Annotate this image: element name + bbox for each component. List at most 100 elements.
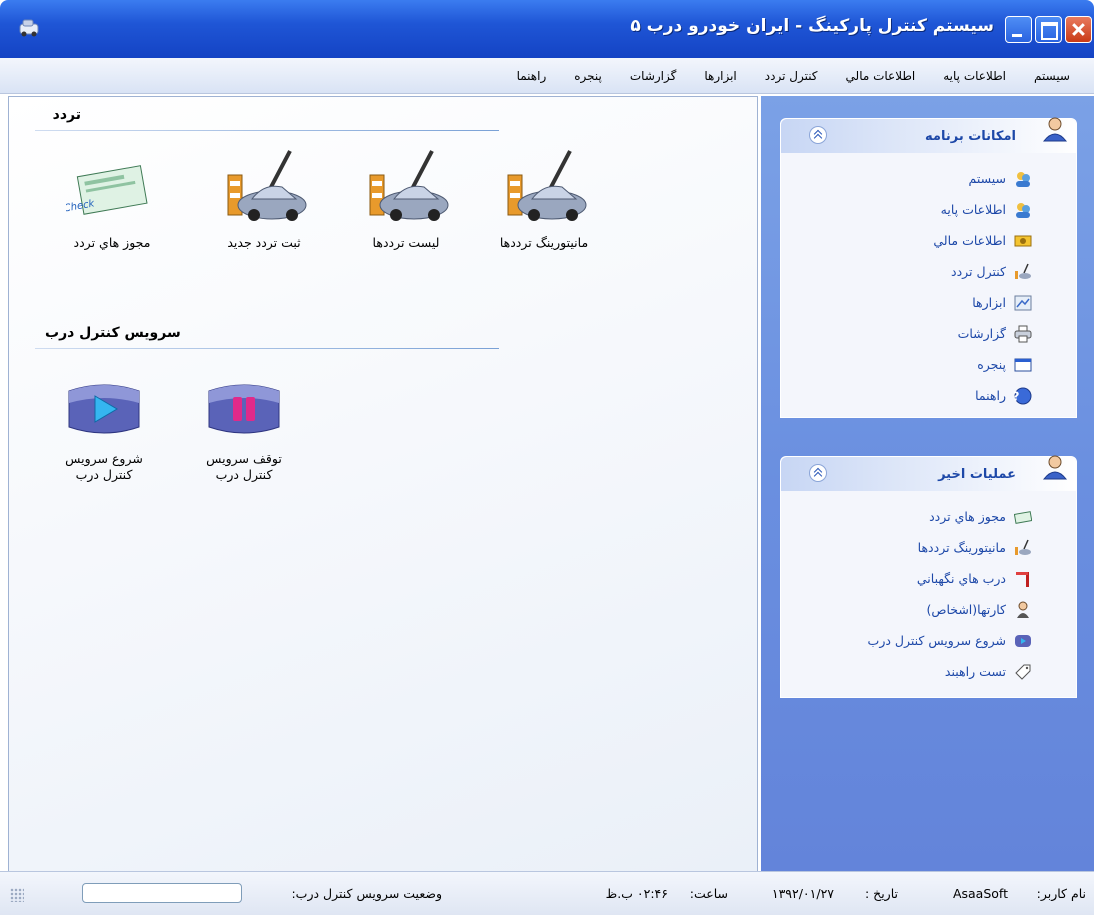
- money-icon: [1014, 232, 1032, 250]
- tile-start-service[interactable]: شروع سرويس کنترل درب: [39, 379, 169, 483]
- check-icon: [1013, 508, 1033, 526]
- sidebar-item-label: سيستم: [968, 171, 1007, 186]
- status-user-value: AsaaSoft: [952, 886, 1008, 901]
- recent-item-monitoring[interactable]: مانيتورينگ ترددها: [781, 532, 1076, 563]
- help-icon: ?: [1013, 387, 1032, 405]
- window-icon: [1014, 356, 1032, 374]
- printer-icon: [1014, 325, 1032, 343]
- sidebar-item-traffic-control[interactable]: کنترل تردد: [781, 256, 1076, 287]
- sidebar: امکانات برنامه سيستم اطلاعات پايه اطلاعا…: [761, 96, 1094, 871]
- car-barrier-pen-icon: [369, 150, 449, 221]
- panel-header[interactable]: امکانات برنامه: [781, 117, 1076, 153]
- tag-icon: [1014, 663, 1032, 681]
- sidebar-item-base-info[interactable]: اطلاعات پايه: [781, 194, 1076, 225]
- sidebar-item-help[interactable]: ? راهنما: [781, 380, 1076, 411]
- app-icon: [19, 19, 39, 37]
- user-icon: [1042, 455, 1068, 480]
- collapse-button[interactable]: [809, 464, 827, 482]
- menu-base-info[interactable]: اطلاعات پايه: [929, 69, 1020, 83]
- tile-new-traffic[interactable]: ثبت تردد جديد: [199, 149, 329, 251]
- section-divider: [35, 130, 499, 131]
- recent-item-label: کارتها(اشخاص): [926, 602, 1006, 617]
- person-icon: [1014, 601, 1032, 619]
- tile-label-line1: شروع سرويس: [65, 451, 143, 466]
- sidebar-item-label: اطلاعات مالي: [933, 233, 1006, 248]
- recent-item-permits[interactable]: مجوز هاي تردد: [781, 501, 1076, 532]
- tile-traffic-monitoring[interactable]: مانيتورينگ ترددها: [479, 149, 609, 251]
- menu-system[interactable]: سيستم: [1020, 69, 1084, 83]
- maximize-button[interactable]: [1035, 16, 1062, 43]
- car-icon: [1014, 539, 1032, 557]
- minimize-button[interactable]: [1005, 16, 1032, 43]
- sidebar-item-reports[interactable]: گزارشات: [781, 318, 1076, 349]
- panel-recent-actions: عمليات اخير مجوز هاي تردد مانيتورينگ ترد…: [780, 455, 1077, 698]
- check-document-icon: eCheck: [66, 165, 148, 216]
- users-icon: [1014, 201, 1032, 219]
- menu-window[interactable]: پنجره: [560, 69, 616, 83]
- sidebar-item-tools[interactable]: ابزارها: [781, 287, 1076, 318]
- status-date-value: ۱۳۹۲/۰۱/۲۷: [771, 886, 834, 901]
- window-title: سيستم کنترل پارکينگ - ايران خودرو درب ۵: [630, 16, 994, 36]
- sidebar-item-label: پنجره: [977, 357, 1006, 372]
- panel-title: امکانات برنامه: [925, 129, 1016, 144]
- sidebar-item-label: ابزارها: [972, 295, 1006, 310]
- recent-item-label: تست راهبند: [944, 664, 1006, 679]
- recent-item-label: درب هاي نگهباني: [916, 571, 1006, 586]
- sidebar-item-label: اطلاعات پايه: [940, 202, 1006, 217]
- user-icon: [1042, 117, 1068, 142]
- tile-traffic-permits[interactable]: eCheck مجوز هاي تردد: [47, 149, 177, 251]
- menu-help[interactable]: راهنما: [503, 69, 561, 83]
- panel-title: عمليات اخير: [938, 467, 1016, 482]
- car-barrier-pen-icon: [507, 150, 587, 221]
- menu-traffic-control[interactable]: کنترل تردد: [751, 69, 832, 83]
- panel-body: مجوز هاي تردد مانيتورينگ ترددها درب هاي …: [781, 491, 1076, 697]
- tile-label-line2: کنترل درب: [75, 467, 133, 482]
- sidebar-item-label: گزارشات: [957, 326, 1006, 341]
- recent-item-label: شروع سرويس کنترل درب: [867, 633, 1006, 648]
- sidebar-item-label: راهنما: [975, 388, 1006, 403]
- menu-financial[interactable]: اطلاعات مالي: [832, 69, 930, 83]
- status-bar: نام کاربر: AsaaSoft تاريخ : ۱۳۹۲/۰۱/۲۷ س…: [0, 871, 1094, 915]
- recent-item-test-barrier[interactable]: تست راهبند: [781, 656, 1076, 687]
- status-date-label: تاريخ :: [864, 886, 898, 901]
- play-icon: [1014, 632, 1032, 650]
- resize-grip-icon[interactable]: [10, 888, 24, 902]
- panel-program-features: امکانات برنامه سيستم اطلاعات پايه اطلاعا…: [780, 117, 1077, 418]
- tile-label: ليست ترددها: [372, 235, 440, 250]
- status-time-value: ۰۲:۴۶ ب.ظ: [605, 886, 668, 901]
- sidebar-item-window[interactable]: پنجره: [781, 349, 1076, 380]
- sidebar-item-system[interactable]: سيستم: [781, 163, 1076, 194]
- svg-text:?: ?: [1014, 389, 1020, 403]
- tile-label: مجوز هاي تردد: [73, 235, 151, 250]
- menu-reports[interactable]: گزارشات: [616, 69, 690, 83]
- tile-traffic-list[interactable]: ليست ترددها: [341, 149, 471, 251]
- menu-bar: سيستم اطلاعات پايه اطلاعات مالي کنترل تر…: [0, 58, 1094, 94]
- panel-header[interactable]: عمليات اخير: [781, 455, 1076, 491]
- tile-stop-service[interactable]: توقف سرويس کنترل درب: [179, 379, 309, 483]
- barrier-icon: [1014, 570, 1032, 588]
- close-button[interactable]: [1065, 16, 1092, 43]
- tile-label: ثبت تردد جديد: [227, 235, 301, 250]
- main-content: تردد مانيتورينگ ترددها ليست ترددها ثبت ت…: [8, 96, 758, 873]
- recent-item-start-service[interactable]: شروع سرويس کنترل درب: [781, 625, 1076, 656]
- menu-tools[interactable]: ابزارها: [690, 69, 750, 83]
- title-bar[interactable]: سيستم کنترل پارکينگ - ايران خودرو درب ۵: [0, 0, 1094, 58]
- car-icon: [1014, 263, 1032, 281]
- recent-item-label: مانيتورينگ ترددها: [917, 540, 1006, 555]
- sidebar-item-financial[interactable]: اطلاعات مالي: [781, 225, 1076, 256]
- sidebar-item-label: کنترل تردد: [951, 264, 1006, 279]
- car-barrier-pen-icon: [227, 150, 307, 221]
- service-status-field: [82, 883, 242, 903]
- collapse-button[interactable]: [809, 126, 827, 144]
- recent-item-guard-doors[interactable]: درب هاي نگهباني: [781, 563, 1076, 594]
- tools-icon: [1014, 294, 1032, 312]
- section-title-door-service: سرويس کنترل درب: [45, 325, 181, 341]
- panel-body: سيستم اطلاعات پايه اطلاعات مالي کنترل تر…: [781, 153, 1076, 417]
- recent-item-label: مجوز هاي تردد: [929, 509, 1006, 524]
- tile-label-line2: کنترل درب: [215, 467, 273, 482]
- status-time-label: ساعت:: [689, 886, 728, 901]
- tile-label-line1: توقف سرويس: [206, 451, 282, 466]
- section-title-traffic: تردد: [52, 107, 81, 123]
- recent-item-person-cards[interactable]: کارتها(اشخاص): [781, 594, 1076, 625]
- status-service-label: وضعيت سرويس کنترل درب:: [291, 886, 442, 901]
